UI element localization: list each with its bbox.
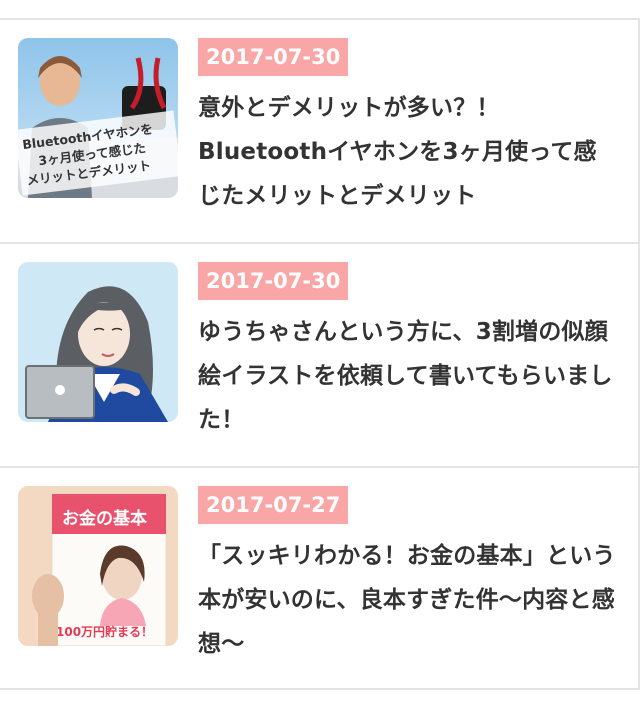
article-thumbnail[interactable] bbox=[18, 262, 178, 422]
article-list: Bluetoothイヤホンを 3ヶ月使って感じた メリットとデメリット 2017… bbox=[0, 0, 640, 704]
date-badge: 2017-07-30 bbox=[198, 262, 349, 300]
article-title[interactable]: 「スッキリわかる！お金の基本」という本が安いのに、良本すぎた件〜内容と感想〜 bbox=[198, 534, 618, 666]
article-title[interactable]: ゆうちゃさんという方に、3割増の似顔絵イラストを依頼して書いてもらいました！ bbox=[198, 310, 618, 442]
article-title[interactable]: 意外とデメリットが多い？！Bluetoothイヤホンを3ヶ月使って感じたメリット… bbox=[198, 86, 618, 218]
thumbnail-caption: 100万円貯まる！ bbox=[56, 624, 153, 639]
book-cover-photo-icon: お金の基本 100万円貯まる！ bbox=[18, 486, 178, 646]
date-badge: 2017-07-27 bbox=[198, 486, 349, 524]
article-thumbnail[interactable]: Bluetoothイヤホンを 3ヶ月使って感じた メリットとデメリット bbox=[18, 38, 178, 198]
thumbnail-caption: お金の基本 bbox=[62, 508, 147, 529]
article-card[interactable]: お金の基本 100万円貯まる！ 2017-07-27 「スッキリわかる！お金の基… bbox=[0, 468, 640, 692]
portrait-illustration-icon bbox=[18, 262, 178, 422]
article-thumbnail[interactable]: お金の基本 100万円貯まる！ bbox=[18, 486, 178, 646]
article-card[interactable]: Bluetoothイヤホンを 3ヶ月使って感じた メリットとデメリット 2017… bbox=[0, 20, 640, 244]
earphones-photo-icon: Bluetoothイヤホンを 3ヶ月使って感じた メリットとデメリット bbox=[18, 38, 178, 198]
date-badge: 2017-07-30 bbox=[198, 38, 349, 76]
article-card[interactable]: 2017-07-30 ゆうちゃさんという方に、3割増の似顔絵イラストを依頼して書… bbox=[0, 244, 640, 468]
